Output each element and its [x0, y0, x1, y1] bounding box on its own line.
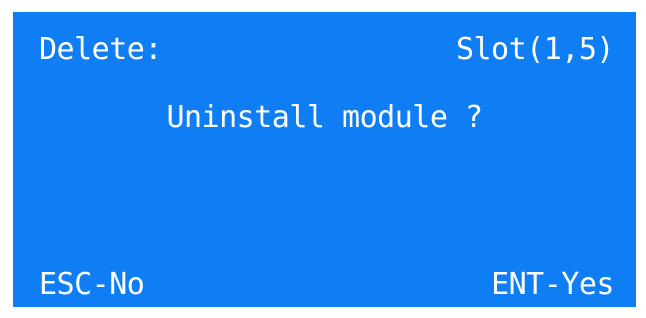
- action-label: Delete:: [39, 32, 162, 67]
- confirmation-prompt: Uninstall module ?: [166, 100, 483, 135]
- esc-no-option[interactable]: ESC-No: [39, 267, 145, 303]
- ent-yes-option[interactable]: ENT-Yes: [491, 267, 614, 303]
- lcd-display: Delete: Slot(1,5) Uninstall module ? ESC…: [13, 12, 636, 307]
- slot-label: Slot(1,5): [455, 32, 615, 67]
